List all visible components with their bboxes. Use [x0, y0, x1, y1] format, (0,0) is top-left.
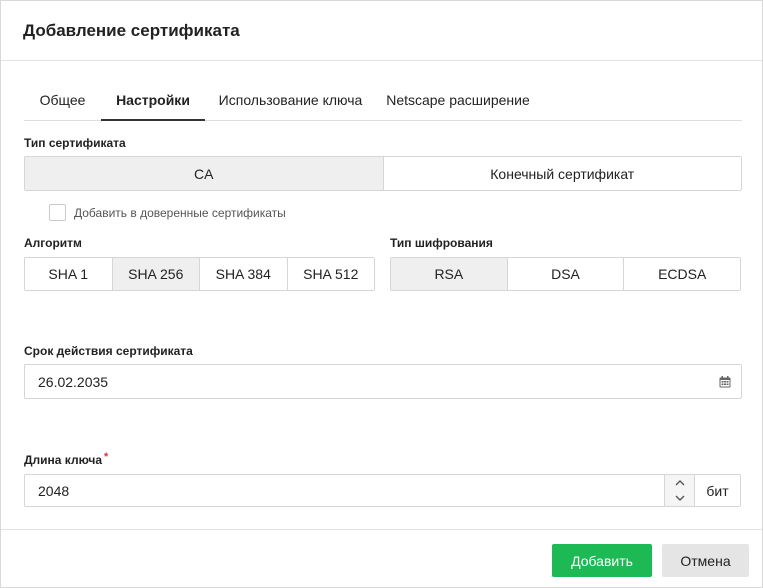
- tab-general[interactable]: Общее: [24, 81, 101, 121]
- chevron-down-icon: [675, 495, 684, 502]
- dialog-title: Добавление сертификата: [23, 21, 240, 40]
- trusted-checkbox[interactable]: [49, 204, 66, 221]
- dialog-header: Добавление сертификата: [1, 1, 762, 61]
- stepper-down-button[interactable]: [665, 491, 694, 507]
- calendar-icon[interactable]: [719, 376, 731, 388]
- dialog-footer: Добавить Отмена: [1, 529, 762, 588]
- algorithm-sha384-button[interactable]: SHA 384: [199, 258, 287, 290]
- key-length-label-text: Длина ключа: [24, 453, 103, 467]
- required-marker: *: [104, 451, 109, 463]
- cert-type-end-entity-button[interactable]: Конечный сертификат: [382, 157, 741, 190]
- validity-label: Срок действия сертификата: [24, 344, 193, 358]
- tab-settings[interactable]: Настройки: [101, 81, 205, 121]
- key-length-input[interactable]: 2048: [24, 474, 695, 507]
- algorithm-selector: SHA 1 SHA 256 SHA 384 SHA 512: [24, 257, 375, 291]
- add-certificate-dialog: Добавление сертификата Общее Настройки И…: [0, 0, 763, 588]
- validity-date-value: 26.02.2035: [38, 373, 109, 390]
- tab-key-usage[interactable]: Использование ключа: [205, 81, 376, 121]
- chevron-up-icon: [675, 479, 684, 486]
- cancel-button[interactable]: Отмена: [662, 544, 749, 577]
- cert-type-ca-button[interactable]: CA: [25, 157, 383, 190]
- encryption-rsa-button[interactable]: RSA: [391, 258, 507, 290]
- encryption-dsa-button[interactable]: DSA: [506, 258, 624, 290]
- key-length-unit: бит: [695, 474, 741, 507]
- algorithm-sha1-button[interactable]: SHA 1: [25, 258, 112, 290]
- key-length-value: 2048: [38, 482, 70, 499]
- algorithm-sha256-button[interactable]: SHA 256: [111, 258, 199, 290]
- algorithm-sha512-button[interactable]: SHA 512: [286, 258, 374, 290]
- trusted-option: Добавить в доверенные сертификаты: [49, 204, 286, 221]
- encryption-ecdsa-button[interactable]: ECDSA: [623, 258, 740, 290]
- stepper-up-button[interactable]: [665, 475, 694, 491]
- encryption-selector: RSA DSA ECDSA: [390, 257, 741, 291]
- encryption-label: Тип шифрования: [390, 236, 493, 250]
- cert-type-selector: CA Конечный сертификат: [24, 156, 742, 191]
- key-length-stepper: [664, 475, 694, 506]
- cert-type-label: Тип сертификата: [24, 136, 126, 150]
- algorithm-label: Алгоритм: [24, 236, 82, 250]
- add-button[interactable]: Добавить: [552, 544, 652, 577]
- key-length-label: Длина ключа *: [24, 451, 109, 467]
- validity-date-input[interactable]: 26.02.2035: [24, 364, 742, 399]
- trusted-checkbox-label: Добавить в доверенные сертификаты: [74, 205, 286, 220]
- tab-netscape-extension[interactable]: Netscape расширение: [376, 81, 540, 121]
- tab-bar: Общее Настройки Использование ключа Nets…: [24, 81, 742, 121]
